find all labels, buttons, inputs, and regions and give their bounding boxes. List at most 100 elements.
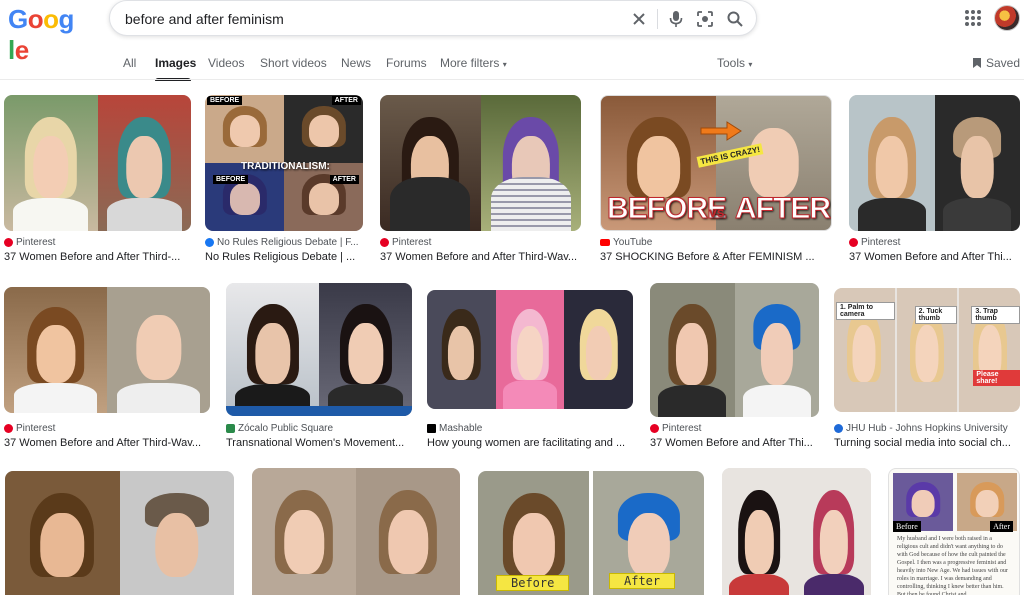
vs-caption: vs	[709, 204, 725, 220]
result-thumbnail[interactable]	[427, 290, 633, 409]
result-thumbnail[interactable]: 1. Palm to camera 2. Tuck thumb 3. Trap …	[834, 288, 1020, 412]
tools-button[interactable]: Tools ▾	[717, 56, 752, 70]
image-result-card[interactable]: Pinterest 37 Women Before and After Thi.…	[650, 283, 819, 453]
result-thumbnail[interactable]: BEFORE AFTER BEFORE AFTER TRADITIONALISM…	[205, 95, 363, 231]
image-result-card[interactable]: BEFORE AFTER BEFORE AFTER TRADITIONALISM…	[205, 95, 363, 265]
result-title[interactable]: 37 Women Before and After Third-...	[4, 251, 191, 263]
result-title[interactable]: 37 Women Before and After Thi...	[650, 437, 819, 449]
after-caption: AFTER	[735, 192, 832, 226]
image-result-card[interactable]	[5, 471, 234, 595]
source-label: Pinterest	[16, 423, 56, 434]
result-title[interactable]: Turning social media into social ch...	[834, 437, 1020, 449]
image-result-card[interactable]: THIS IS CRAZY! BEFORE vs AFTER YouTube 3…	[600, 95, 832, 265]
result-source: YouTube	[600, 237, 652, 248]
search-tabs: All Images Videos Short videos News Foru…	[0, 52, 1024, 81]
result-thumbnail[interactable]	[226, 283, 412, 416]
result-title[interactable]: How young women are facilitating and ...	[427, 437, 633, 449]
result-source: No Rules Religious Debate | F...	[205, 237, 359, 248]
search-icon[interactable]	[724, 8, 746, 30]
image-result-card[interactable]: Zócalo Public Square Transnational Women…	[226, 283, 412, 453]
result-thumbnail[interactable]: Before After	[478, 471, 704, 595]
source-label: Zócalo Public Square	[238, 423, 334, 434]
tab-all[interactable]: All	[123, 56, 136, 70]
before-label: BEFORE	[207, 96, 243, 105]
source-label: No Rules Religious Debate | F...	[217, 237, 359, 248]
result-thumbnail[interactable]	[722, 468, 871, 595]
image-result-card[interactable]: Pinterest 37 Women Before and After Thir…	[4, 287, 210, 453]
before-label: BEFORE	[213, 175, 249, 184]
pinterest-icon	[380, 238, 389, 247]
saved-label: Saved	[986, 56, 1021, 70]
source-label: Pinterest	[16, 237, 56, 248]
image-result-card[interactable]: Pinterest 37 Women Before and After Thir…	[380, 95, 581, 265]
result-source: Pinterest	[4, 237, 55, 248]
result-thumbnail[interactable]	[4, 287, 210, 413]
image-result-card[interactable]: Pinterest 37 Women Before and After Thi.…	[849, 95, 1020, 265]
zocalo-icon	[226, 424, 235, 433]
mashable-icon	[427, 424, 436, 433]
result-title[interactable]: 37 Women Before and After Third-Wav...	[380, 251, 581, 263]
source-label: YouTube	[613, 237, 653, 248]
testimony-text: My husband and I were both raised in a r…	[897, 536, 1008, 595]
image-result-card[interactable]: 1. Palm to camera 2. Tuck thumb 3. Trap …	[834, 288, 1020, 453]
source-label: Pinterest	[662, 423, 702, 434]
source-label: Mashable	[439, 423, 483, 434]
more-filters-button[interactable]: More filters ▾	[440, 56, 507, 70]
search-bar	[109, 0, 757, 36]
result-title[interactable]: No Rules Religious Debate | ...	[205, 251, 363, 263]
saved-button[interactable]: Saved	[972, 56, 1020, 70]
result-source: Pinterest	[380, 237, 431, 248]
result-thumbnail[interactable]	[5, 471, 234, 595]
google-apps-icon[interactable]	[963, 8, 983, 28]
logo-letter: G	[8, 4, 28, 34]
logo-letter: g	[58, 4, 75, 34]
image-result-card[interactable]: Before After	[478, 471, 704, 595]
logo-letter: o	[27, 4, 44, 34]
google-logo[interactable]: Google	[8, 4, 78, 65]
result-thumbnail[interactable]	[380, 95, 581, 231]
result-thumbnail[interactable]	[4, 95, 191, 231]
result-title[interactable]: 37 Women Before and After Thi...	[849, 251, 1020, 263]
microphone-icon[interactable]	[665, 8, 687, 30]
image-result-card[interactable]: Before After My husband and I were both …	[888, 468, 1020, 595]
tab-videos[interactable]: Videos	[208, 56, 244, 70]
jhu-hub-icon	[834, 424, 843, 433]
source-label: Pinterest	[392, 237, 432, 248]
account-avatar[interactable]	[994, 5, 1020, 31]
clear-icon[interactable]	[628, 8, 650, 30]
search-input[interactable]	[125, 9, 615, 29]
pinterest-icon	[849, 238, 858, 247]
tab-news[interactable]: News	[341, 56, 371, 70]
lens-icon[interactable]	[694, 8, 716, 30]
result-title[interactable]: 37 SHOCKING Before & After FEMINISM ...	[600, 251, 832, 263]
result-title[interactable]: Transnational Women's Movement...	[226, 437, 412, 449]
result-source: Pinterest	[849, 237, 900, 248]
result-source: Mashable	[427, 423, 482, 434]
after-caption: After	[609, 573, 676, 589]
image-result-card[interactable]	[252, 468, 460, 595]
result-source: Pinterest	[4, 423, 55, 434]
result-source: Zócalo Public Square	[226, 423, 333, 434]
traditionalism-caption: TRADITIONALISM:	[241, 161, 330, 172]
result-thumbnail[interactable]	[849, 95, 1020, 231]
result-thumbnail[interactable]: THIS IS CRAZY! BEFORE vs AFTER	[600, 95, 832, 231]
tools-label: Tools	[717, 56, 746, 70]
share-label: Please share!	[973, 370, 1020, 386]
image-result-card[interactable]	[722, 468, 871, 595]
step-label: 2. Tuck thumb	[914, 306, 958, 324]
image-result-card[interactable]: Pinterest 37 Women Before and After Thir…	[4, 95, 191, 265]
tab-images[interactable]: Images	[155, 56, 196, 70]
result-source: Pinterest	[650, 423, 701, 434]
result-thumbnail[interactable]: Before After My husband and I were both …	[888, 468, 1020, 595]
bookmark-icon	[973, 58, 981, 68]
result-title[interactable]: 37 Women Before and After Third-Wav...	[4, 437, 210, 449]
tab-forums[interactable]: Forums	[386, 56, 427, 70]
result-thumbnail[interactable]	[650, 283, 819, 417]
pinterest-icon	[4, 238, 13, 247]
logo-letter: o	[43, 4, 59, 34]
image-result-card[interactable]: Mashable How young women are facilitatin…	[427, 290, 633, 453]
after-label: AFTER	[331, 96, 361, 105]
before-caption: Before	[496, 575, 570, 591]
result-thumbnail[interactable]	[252, 468, 460, 595]
tab-short-videos[interactable]: Short videos	[260, 56, 327, 70]
